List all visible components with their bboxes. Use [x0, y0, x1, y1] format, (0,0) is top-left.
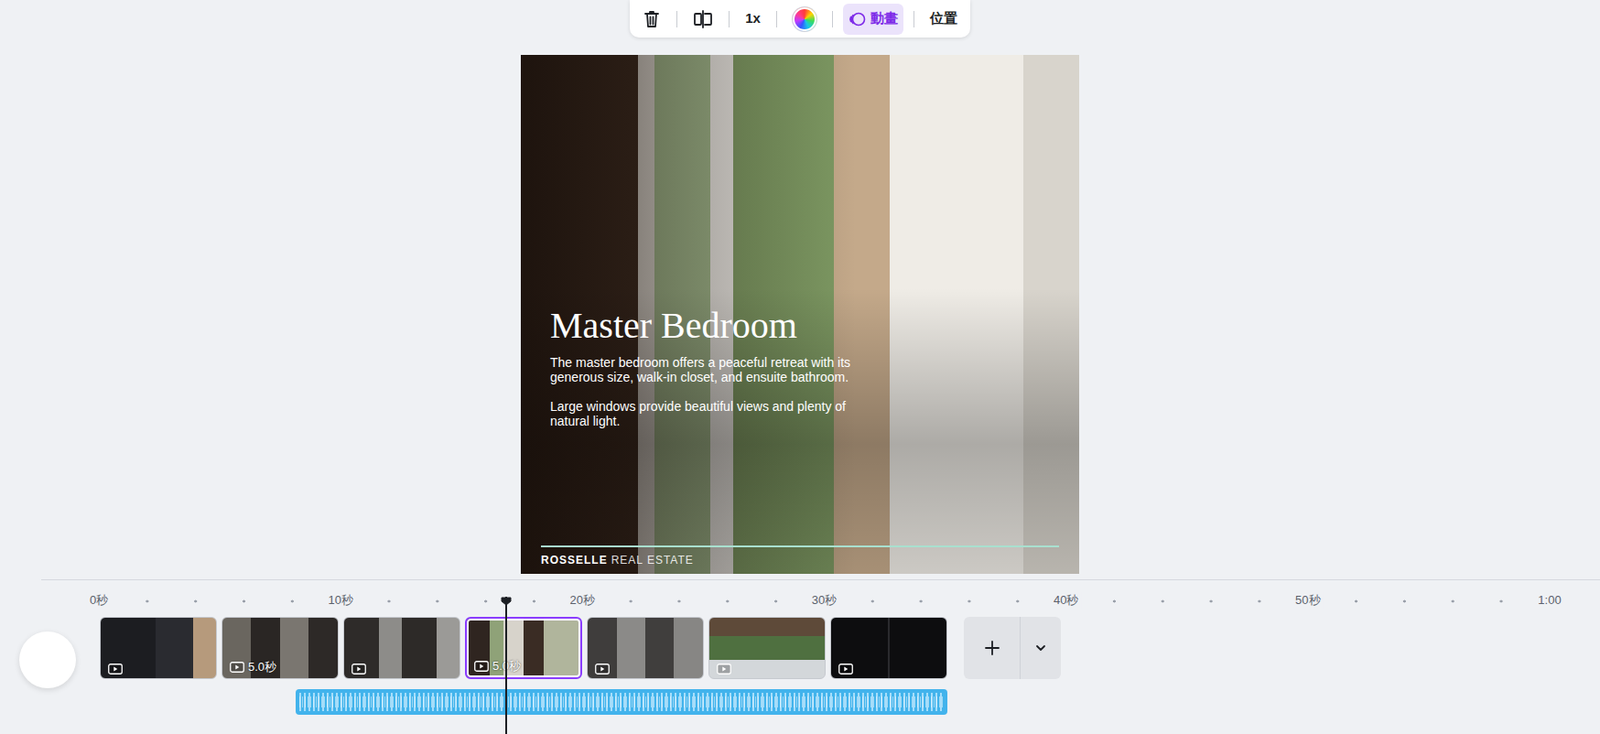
editor: 1x 動畫 位置 Master Bedroom The master bedroom …	[0, 0, 1600, 734]
video-icon	[474, 660, 489, 672]
ruler-label: 20秒	[567, 592, 598, 609]
clip-meta	[838, 663, 854, 675]
scene-clip[interactable]	[99, 616, 217, 680]
clip-meta	[716, 663, 732, 675]
stage: 1x 動畫 位置 Master Bedroom The master bedroom …	[0, 0, 1600, 574]
animation-icon	[848, 10, 867, 29]
add-scene-button[interactable]	[963, 616, 1020, 680]
clip-duration: 5.0秒	[492, 659, 521, 674]
waveform	[299, 692, 944, 712]
speed-button[interactable]: 1x	[739, 3, 767, 35]
slide-paragraph[interactable]: The master bedroom offers a peaceful ret…	[550, 355, 855, 385]
scene-clip[interactable]	[830, 616, 948, 680]
time-ruler[interactable]: 0秒10秒20秒30秒40秒50秒1:00	[98, 580, 1550, 617]
timeline: 0秒 10秒 20秒 30秒 40秒 50秒 1:00 5.0秒 5.0秒	[0, 573, 1600, 734]
ruler-label: 0秒	[86, 592, 111, 609]
element-toolbar: 1x 動畫 位置	[629, 0, 971, 38]
scene-clip[interactable]	[708, 616, 826, 680]
slide-paragraph[interactable]: Large windows provide beautiful views an…	[550, 399, 855, 429]
design-canvas[interactable]: Master Bedroom The master bedroom offers …	[520, 54, 1080, 574]
chevron-down-icon	[1034, 641, 1048, 655]
position-button[interactable]: 位置	[924, 3, 963, 35]
ruler-label: 1:00	[1535, 592, 1564, 609]
tab-label: 動畫	[870, 8, 898, 30]
split-icon	[692, 10, 714, 29]
separator	[832, 10, 833, 28]
scene-clip[interactable]: 5.0秒	[464, 616, 583, 680]
separator	[728, 10, 730, 28]
video-icon	[594, 663, 610, 675]
trash-icon	[642, 9, 661, 30]
video-icon	[838, 663, 854, 675]
scene-clip[interactable]: 5.0秒	[221, 616, 339, 680]
separator	[676, 10, 678, 28]
separator	[913, 10, 915, 28]
ruler-label: 30秒	[809, 592, 840, 609]
brand-suffix: REAL ESTATE	[611, 551, 694, 569]
playhead-handle-icon	[500, 596, 512, 606]
add-scene-group	[963, 616, 1061, 680]
slide-footer: ROSSELLEREAL ESTATE	[540, 545, 1060, 569]
tracks: 5.0秒 5.0秒	[0, 616, 1600, 715]
ruler-label: 10秒	[324, 592, 356, 609]
floating-button[interactable]	[19, 631, 76, 689]
clip-meta	[108, 663, 123, 675]
playhead[interactable]	[500, 589, 512, 734]
animate-button[interactable]: 動畫	[843, 3, 904, 35]
ruler-label: 40秒	[1050, 592, 1082, 609]
clip-meta: 5.0秒	[474, 659, 521, 674]
ruler-track: 0秒 10秒 20秒 30秒 40秒 50秒 1:00	[41, 579, 1600, 617]
slide-title[interactable]: Master Bedroom	[550, 303, 855, 348]
tab-label: 位置	[929, 8, 958, 30]
clip-meta	[594, 663, 610, 675]
video-icon	[108, 663, 123, 675]
separator	[776, 10, 778, 28]
playhead-line	[505, 596, 508, 734]
split-button[interactable]	[687, 3, 719, 35]
color-wheel-icon	[792, 7, 817, 32]
clip-track: 5.0秒 5.0秒	[99, 616, 1600, 680]
video-icon	[716, 663, 732, 675]
brand-text[interactable]: ROSSELLEREAL ESTATE	[540, 551, 1060, 569]
text-block[interactable]: Master Bedroom The master bedroom offers …	[550, 303, 855, 444]
delete-button[interactable]	[637, 3, 667, 35]
ruler-label: 50秒	[1292, 592, 1323, 609]
audio-track[interactable]	[295, 689, 948, 715]
clip-meta	[351, 663, 367, 675]
clip-duration: 5.0秒	[248, 659, 277, 675]
scene-clip[interactable]	[586, 616, 704, 680]
brand-name: ROSSELLE	[540, 551, 608, 569]
clip-meta: 5.0秒	[229, 659, 277, 675]
more-options-button[interactable]	[1019, 616, 1061, 680]
video-icon	[351, 663, 367, 675]
color-button[interactable]	[787, 3, 822, 35]
plus-icon	[983, 638, 1002, 658]
scene-clip[interactable]	[343, 616, 461, 680]
video-icon	[229, 661, 245, 673]
